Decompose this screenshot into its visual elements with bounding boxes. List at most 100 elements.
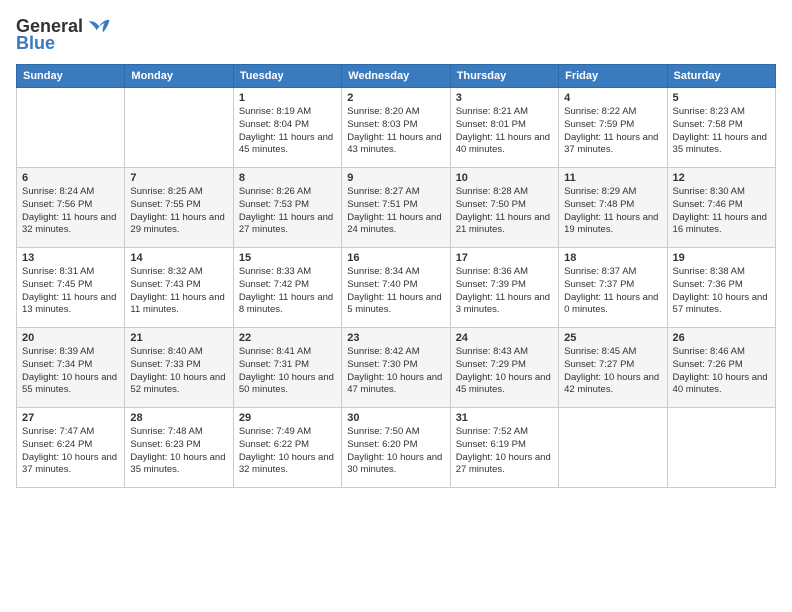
calendar-cell: 16 Sunrise: 8:34 AM Sunset: 7:40 PM Dayli… <box>342 248 450 328</box>
calendar-cell: 15 Sunrise: 8:33 AM Sunset: 7:42 PM Dayli… <box>233 248 341 328</box>
day-number: 2 <box>347 92 444 104</box>
calendar-cell <box>667 408 775 488</box>
day-number: 6 <box>22 172 119 184</box>
calendar-cell: 12 Sunrise: 8:30 AM Sunset: 7:46 PM Dayli… <box>667 168 775 248</box>
day-number: 1 <box>239 92 336 104</box>
day-info: Sunrise: 8:38 AM Sunset: 7:36 PM Dayligh… <box>673 266 770 317</box>
day-number: 21 <box>130 332 227 344</box>
day-number: 11 <box>564 172 661 184</box>
main-container: General Blue SundayMondayTuesdayWednesda… <box>0 0 792 498</box>
day-info: Sunrise: 7:52 AM Sunset: 6:19 PM Dayligh… <box>456 426 553 477</box>
calendar-cell: 31 Sunrise: 7:52 AM Sunset: 6:19 PM Dayli… <box>450 408 558 488</box>
calendar-cell: 10 Sunrise: 8:28 AM Sunset: 7:50 PM Dayli… <box>450 168 558 248</box>
calendar-day-header: Monday <box>125 65 233 88</box>
day-number: 8 <box>239 172 336 184</box>
calendar-cell: 3 Sunrise: 8:21 AM Sunset: 8:01 PM Daylig… <box>450 88 558 168</box>
day-info: Sunrise: 8:22 AM Sunset: 7:59 PM Dayligh… <box>564 106 661 157</box>
day-info: Sunrise: 8:39 AM Sunset: 7:34 PM Dayligh… <box>22 346 119 397</box>
day-number: 5 <box>673 92 770 104</box>
calendar-day-header: Sunday <box>17 65 125 88</box>
calendar-cell: 20Sunrise: 8:39 AM Sunset: 7:34 PM Dayli… <box>17 328 125 408</box>
calendar-week-row: 27 Sunrise: 7:47 AM Sunset: 6:24 PM Dayli… <box>17 408 776 488</box>
day-number: 26 <box>673 332 770 344</box>
calendar-cell: 1 Sunrise: 8:19 AM Sunset: 8:04 PM Daylig… <box>233 88 341 168</box>
calendar-cell: 19 Sunrise: 8:38 AM Sunset: 7:36 PM Dayli… <box>667 248 775 328</box>
calendar-table: SundayMondayTuesdayWednesdayThursdayFrid… <box>16 64 776 488</box>
calendar-cell: 21Sunrise: 8:40 AM Sunset: 7:33 PM Dayli… <box>125 328 233 408</box>
day-info: Sunrise: 8:34 AM Sunset: 7:40 PM Dayligh… <box>347 266 444 317</box>
day-number: 4 <box>564 92 661 104</box>
day-number: 23 <box>347 332 444 344</box>
calendar-cell: 29 Sunrise: 7:49 AM Sunset: 6:22 PM Dayli… <box>233 408 341 488</box>
day-number: 29 <box>239 412 336 424</box>
day-info: Sunrise: 8:26 AM Sunset: 7:53 PM Dayligh… <box>239 186 336 237</box>
day-info: Sunrise: 8:21 AM Sunset: 8:01 PM Dayligh… <box>456 106 553 157</box>
calendar-cell: 11Sunrise: 8:29 AM Sunset: 7:48 PM Dayli… <box>559 168 667 248</box>
calendar-cell: 9 Sunrise: 8:27 AM Sunset: 7:51 PM Daylig… <box>342 168 450 248</box>
day-number: 3 <box>456 92 553 104</box>
day-number: 10 <box>456 172 553 184</box>
day-info: Sunrise: 8:32 AM Sunset: 7:43 PM Dayligh… <box>130 266 227 317</box>
calendar-cell: 6 Sunrise: 8:24 AM Sunset: 7:56 PM Daylig… <box>17 168 125 248</box>
header: General Blue <box>16 16 776 54</box>
day-info: Sunrise: 7:50 AM Sunset: 6:20 PM Dayligh… <box>347 426 444 477</box>
calendar-cell: 17 Sunrise: 8:36 AM Sunset: 7:39 PM Dayli… <box>450 248 558 328</box>
calendar-cell: 24Sunrise: 8:43 AM Sunset: 7:29 PM Dayli… <box>450 328 558 408</box>
logo-bird-icon <box>87 17 111 37</box>
day-info: Sunrise: 8:28 AM Sunset: 7:50 PM Dayligh… <box>456 186 553 237</box>
logo-blue-text: Blue <box>16 33 55 54</box>
day-number: 13 <box>22 252 119 264</box>
day-number: 9 <box>347 172 444 184</box>
calendar-week-row: 20Sunrise: 8:39 AM Sunset: 7:34 PM Dayli… <box>17 328 776 408</box>
calendar-cell: 25 Sunrise: 8:45 AM Sunset: 7:27 PM Dayli… <box>559 328 667 408</box>
day-info: Sunrise: 8:42 AM Sunset: 7:30 PM Dayligh… <box>347 346 444 397</box>
calendar-cell <box>125 88 233 168</box>
day-info: Sunrise: 8:31 AM Sunset: 7:45 PM Dayligh… <box>22 266 119 317</box>
day-number: 12 <box>673 172 770 184</box>
day-info: Sunrise: 7:49 AM Sunset: 6:22 PM Dayligh… <box>239 426 336 477</box>
day-info: Sunrise: 8:24 AM Sunset: 7:56 PM Dayligh… <box>22 186 119 237</box>
logo: General Blue <box>16 16 111 54</box>
day-number: 14 <box>130 252 227 264</box>
day-number: 28 <box>130 412 227 424</box>
calendar-day-header: Saturday <box>667 65 775 88</box>
calendar-cell <box>559 408 667 488</box>
day-info: Sunrise: 8:37 AM Sunset: 7:37 PM Dayligh… <box>564 266 661 317</box>
day-number: 16 <box>347 252 444 264</box>
day-info: Sunrise: 7:47 AM Sunset: 6:24 PM Dayligh… <box>22 426 119 477</box>
day-info: Sunrise: 8:30 AM Sunset: 7:46 PM Dayligh… <box>673 186 770 237</box>
calendar-cell: 22 Sunrise: 8:41 AM Sunset: 7:31 PM Dayli… <box>233 328 341 408</box>
calendar-cell: 27 Sunrise: 7:47 AM Sunset: 6:24 PM Dayli… <box>17 408 125 488</box>
day-number: 19 <box>673 252 770 264</box>
calendar-cell: 8 Sunrise: 8:26 AM Sunset: 7:53 PM Daylig… <box>233 168 341 248</box>
day-info: Sunrise: 8:45 AM Sunset: 7:27 PM Dayligh… <box>564 346 661 397</box>
day-number: 30 <box>347 412 444 424</box>
calendar-cell: 5Sunrise: 8:23 AM Sunset: 7:58 PM Daylig… <box>667 88 775 168</box>
calendar-week-row: 13 Sunrise: 8:31 AM Sunset: 7:45 PM Dayli… <box>17 248 776 328</box>
calendar-cell: 14 Sunrise: 8:32 AM Sunset: 7:43 PM Dayli… <box>125 248 233 328</box>
day-info: Sunrise: 8:27 AM Sunset: 7:51 PM Dayligh… <box>347 186 444 237</box>
calendar-cell <box>17 88 125 168</box>
day-info: Sunrise: 8:43 AM Sunset: 7:29 PM Dayligh… <box>456 346 553 397</box>
day-number: 25 <box>564 332 661 344</box>
day-info: Sunrise: 8:25 AM Sunset: 7:55 PM Dayligh… <box>130 186 227 237</box>
calendar-cell: 28 Sunrise: 7:48 AM Sunset: 6:23 PM Dayli… <box>125 408 233 488</box>
day-info: Sunrise: 8:33 AM Sunset: 7:42 PM Dayligh… <box>239 266 336 317</box>
day-number: 15 <box>239 252 336 264</box>
day-info: Sunrise: 7:48 AM Sunset: 6:23 PM Dayligh… <box>130 426 227 477</box>
day-info: Sunrise: 8:41 AM Sunset: 7:31 PM Dayligh… <box>239 346 336 397</box>
day-number: 17 <box>456 252 553 264</box>
day-info: Sunrise: 8:19 AM Sunset: 8:04 PM Dayligh… <box>239 106 336 157</box>
day-info: Sunrise: 8:46 AM Sunset: 7:26 PM Dayligh… <box>673 346 770 397</box>
calendar-cell: 18Sunrise: 8:37 AM Sunset: 7:37 PM Dayli… <box>559 248 667 328</box>
day-number: 31 <box>456 412 553 424</box>
calendar-cell: 2Sunrise: 8:20 AM Sunset: 8:03 PM Daylig… <box>342 88 450 168</box>
calendar-cell: 30 Sunrise: 7:50 AM Sunset: 6:20 PM Dayli… <box>342 408 450 488</box>
day-number: 22 <box>239 332 336 344</box>
calendar-cell: 13 Sunrise: 8:31 AM Sunset: 7:45 PM Dayli… <box>17 248 125 328</box>
day-number: 27 <box>22 412 119 424</box>
calendar-week-row: 6 Sunrise: 8:24 AM Sunset: 7:56 PM Daylig… <box>17 168 776 248</box>
calendar-header-row: SundayMondayTuesdayWednesdayThursdayFrid… <box>17 65 776 88</box>
calendar-day-header: Wednesday <box>342 65 450 88</box>
day-info: Sunrise: 8:36 AM Sunset: 7:39 PM Dayligh… <box>456 266 553 317</box>
